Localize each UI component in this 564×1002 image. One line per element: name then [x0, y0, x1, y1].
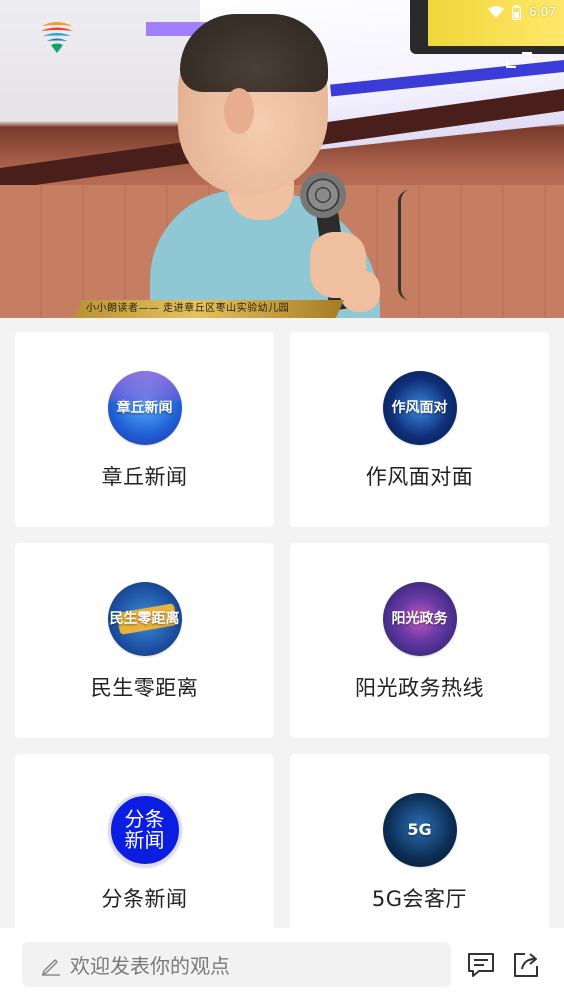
fentiao-icon-line1: 分条 — [124, 807, 165, 831]
zuofeng-icon-text: 作风面对 — [391, 399, 448, 416]
yangguang-icon: 阳光政务 — [382, 582, 457, 656]
channel-label: 作风面对面 — [365, 465, 474, 489]
channel-card-fentiao[interactable]: 分条 新闻 分条新闻 — [15, 754, 274, 928]
channel-card-5g[interactable]: 5G 5G会客厅 — [290, 754, 549, 928]
channel-card-zuofeng[interactable]: 作风面对 作风面对面 — [290, 332, 549, 527]
share-icon[interactable] — [511, 950, 541, 980]
channel-label: 阳光政务热线 — [355, 676, 484, 700]
channel-label: 分条新闻 — [101, 887, 188, 911]
minsheng-icon: 民生零距离 — [107, 582, 182, 656]
comment-bar: 欢迎发表你的观点 — [0, 928, 564, 1002]
channel-label: 5G会客厅 — [371, 887, 468, 911]
pencil-icon — [42, 958, 60, 976]
video-player[interactable]: 小小朗读者—— 走进章丘区枣山实验幼儿园 6:07 — [0, 0, 564, 318]
comments-icon[interactable] — [466, 950, 496, 980]
channel-card-zhangqiu-news[interactable]: 章丘新闻 章丘新闻 — [15, 332, 274, 527]
comment-input[interactable]: 欢迎发表你的观点 — [22, 942, 451, 987]
minsheng-icon-text: 民生零距离 — [109, 610, 180, 627]
fentiao-icon-text: 分条 新闻 — [111, 796, 179, 864]
wifi-icon — [488, 5, 505, 18]
child-hand-lower — [340, 270, 380, 312]
app-logo-icon — [41, 22, 73, 53]
video-caption: 小小朗读者—— 走进章丘区枣山实验幼儿园 — [74, 300, 344, 318]
channel-label: 民生零距离 — [90, 676, 199, 700]
fentiao-icon: 分条 新闻 — [107, 793, 182, 867]
channel-label: 章丘新闻 — [101, 465, 188, 489]
comment-placeholder: 欢迎发表你的观点 — [70, 954, 230, 978]
5g-icon: 5G — [382, 793, 457, 867]
child-hair — [180, 14, 328, 92]
channel-card-yangguang[interactable]: 阳光政务 阳光政务热线 — [290, 543, 549, 738]
yangguang-icon-text: 阳光政务 — [391, 610, 448, 627]
battery-icon — [512, 4, 522, 20]
zuofeng-icon: 作风面对 — [382, 371, 457, 445]
5g-icon-text: 5G — [407, 819, 432, 839]
status-time: 6:07 — [529, 5, 556, 19]
fentiao-icon-line2: 新闻 — [124, 828, 165, 852]
zhangqiu-news-icon: 章丘新闻 — [107, 371, 182, 445]
child-ear — [224, 88, 254, 134]
microphone-head — [300, 172, 346, 218]
fullscreen-icon[interactable] — [506, 52, 532, 68]
background-cable — [398, 190, 421, 300]
status-bar: 6:07 — [488, 3, 556, 21]
zhangqiu-news-icon-text: 章丘新闻 — [116, 399, 173, 416]
channel-card-minsheng[interactable]: 民生零距离 民生零距离 — [15, 543, 274, 738]
channel-grid: 章丘新闻 章丘新闻 作风面对 作风面对面 民生零距离 民生零距离 阳光政务 阳光… — [0, 318, 564, 928]
